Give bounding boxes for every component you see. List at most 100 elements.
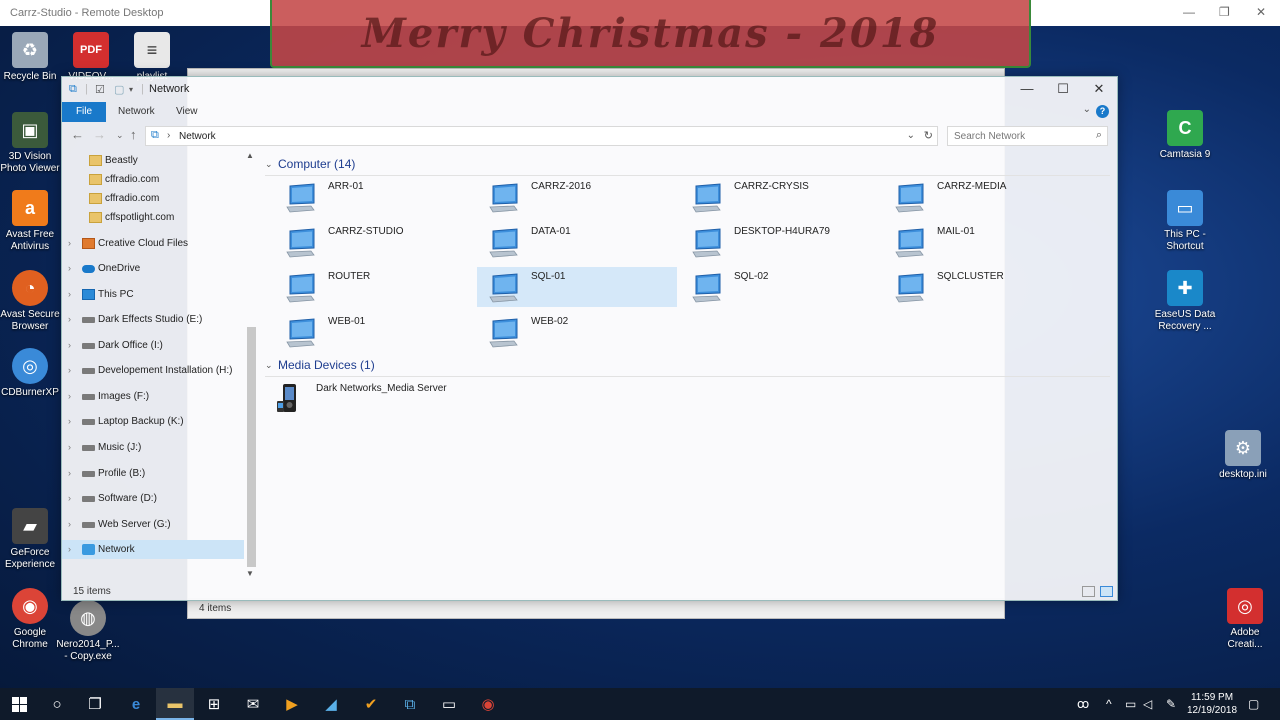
computer-item[interactable]: SQL-01 <box>477 267 677 307</box>
details-view-button[interactable] <box>1082 586 1095 597</box>
nav-item[interactable]: › Dark Effects Studio (E:) <box>62 310 244 329</box>
expand-chevron-icon[interactable]: › <box>68 310 71 329</box>
expand-chevron-icon[interactable]: › <box>68 361 71 380</box>
start-button[interactable] <box>0 688 38 720</box>
expand-chevron-icon[interactable]: › <box>68 412 71 431</box>
pen-workspace-icon[interactable]: ✎ <box>1166 697 1176 711</box>
nav-item[interactable]: Beastly <box>62 151 244 170</box>
desktop-icon-avast-browser[interactable]: ◔ Avast Secure Browser <box>0 270 63 333</box>
desktop-icon-easeus[interactable]: ✚ EaseUS Data Recovery ... <box>1152 270 1218 333</box>
nav-item[interactable]: › This PC <box>62 285 244 304</box>
people-icon[interactable]: ꝏ <box>1077 697 1089 711</box>
computer-item[interactable]: CARRZ-2016 <box>477 177 677 217</box>
expand-chevron-icon[interactable]: › <box>68 234 71 253</box>
back-button[interactable]: ← <box>71 127 84 142</box>
address-bar[interactable]: ⧉ › Network ⌄ ↻ <box>145 126 938 146</box>
quick-access-dropdown-icon[interactable]: ▾ <box>129 85 133 94</box>
expand-chevron-icon[interactable]: › <box>68 259 71 278</box>
collapse-chevron-icon[interactable]: ⌄ <box>265 360 273 371</box>
large-icons-view-button[interactable] <box>1100 586 1113 597</box>
expand-chevron-icon[interactable]: › <box>68 515 71 534</box>
computer-item[interactable]: CARRZ-STUDIO <box>274 222 474 262</box>
notifications-icon[interactable]: ▢ <box>1248 697 1259 711</box>
rd-minimize-button[interactable]: — <box>1183 5 1195 19</box>
expand-chevron-icon[interactable]: › <box>68 464 71 483</box>
desktop-icon-3d-vision[interactable]: ▣ 3D Vision Photo Viewer <box>0 112 63 175</box>
computer-item[interactable]: ARR-01 <box>274 177 474 217</box>
nav-item[interactable]: › Profile (B:) <box>62 464 244 483</box>
breadcrumb-network[interactable]: Network <box>179 131 216 142</box>
network-tray-icon[interactable]: ▭ <box>1125 697 1136 711</box>
search-input[interactable] <box>948 127 1078 145</box>
tab-file[interactable]: File <box>62 102 106 122</box>
desktop-icon-chrome[interactable]: ◉ Google Chrome <box>0 588 63 651</box>
task-view-button[interactable]: ❐ <box>76 688 114 720</box>
search-box[interactable]: ⌕ <box>947 126 1108 146</box>
nav-item[interactable]: › Developement Installation (H:) <box>62 361 244 380</box>
computer-item[interactable]: MAIL-01 <box>883 222 1083 262</box>
search-taskbar-button[interactable]: ○ <box>38 688 76 720</box>
scroll-up-icon[interactable]: ▲ <box>246 151 254 160</box>
breadcrumb-separator-icon[interactable]: › <box>167 130 170 141</box>
nav-item[interactable]: › Creative Cloud Files <box>62 234 244 253</box>
store-taskbar-button[interactable]: ⊞ <box>195 688 233 720</box>
desktop-icon-avast[interactable]: a Avast Free Antivirus <box>0 190 63 253</box>
up-button[interactable]: ↑ <box>130 127 137 142</box>
rd-restore-button[interactable]: ❐ <box>1219 5 1230 19</box>
forward-button[interactable]: → <box>93 127 106 142</box>
computer-item[interactable]: WEB-01 <box>274 312 474 352</box>
recent-locations-icon[interactable]: ⌄ <box>116 130 124 141</box>
explorer-taskbar-button[interactable]: ▬ <box>156 688 194 720</box>
computer-item[interactable]: CARRZ-MEDIA <box>883 177 1083 217</box>
minimize-button[interactable]: — <box>1012 81 1042 96</box>
close-button[interactable]: ✕ <box>1084 81 1114 97</box>
show-hidden-icons-icon[interactable]: ^ <box>1106 697 1112 711</box>
edge-taskbar-button[interactable]: e <box>117 688 155 720</box>
quick-access-newfolder-icon[interactable]: ▢ <box>114 83 124 96</box>
media-taskbar-button[interactable]: ▶ <box>273 688 311 720</box>
computer-item[interactable]: WEB-02 <box>477 312 677 352</box>
maximize-button[interactable]: ☐ <box>1048 81 1078 97</box>
nav-item[interactable]: › Laptop Backup (K:) <box>62 412 244 431</box>
desktop-icon-nero[interactable]: ◍ Nero2014_P... - Copy.exe <box>55 600 121 663</box>
nav-item[interactable]: › OneDrive <box>62 259 244 278</box>
ribbon-expand-icon[interactable]: ⌄ <box>1083 104 1091 115</box>
nav-item[interactable]: › Images (F:) <box>62 387 244 406</box>
nav-item[interactable]: cffspotlight.com <box>62 208 244 227</box>
search-icon[interactable]: ⌕ <box>1096 129 1102 142</box>
address-dropdown-icon[interactable]: ⌄ <box>907 130 915 141</box>
computer-item[interactable]: SQL-02 <box>680 267 880 307</box>
group-header-media[interactable]: ⌄ Media Devices (1) <box>265 358 1110 377</box>
desktop-icon-ini-file[interactable]: ⚙ desktop.ini <box>1210 430 1276 481</box>
computer-item[interactable]: ROUTER <box>274 267 474 307</box>
computer-item[interactable]: DATA-01 <box>477 222 677 262</box>
tab-network[interactable]: Network <box>108 102 165 122</box>
nav-item[interactable]: › Music (J:) <box>62 438 244 457</box>
nav-item[interactable]: › Software (D:) <box>62 489 244 508</box>
desktop-icon-adobe-cc[interactable]: ◎ Adobe Creati... <box>1212 588 1278 651</box>
rd-close-button[interactable]: ✕ <box>1256 5 1266 19</box>
tab-view[interactable]: View <box>166 102 208 122</box>
desktop-icon-recycle-bin[interactable]: ♻ Recycle Bin <box>0 32 63 83</box>
expand-chevron-icon[interactable]: › <box>68 489 71 508</box>
app-taskbar-button-2[interactable]: ✔ <box>352 688 390 720</box>
computer-item[interactable]: SQLCLUSTER <box>883 267 1083 307</box>
refresh-icon[interactable]: ↻ <box>924 129 933 142</box>
navigation-scrollbar[interactable]: ▲ ▼ <box>244 149 258 581</box>
computer-item[interactable]: CARRZ-CRYSIS <box>680 177 880 217</box>
mail-taskbar-button[interactable]: ✉ <box>234 688 272 720</box>
nav-item[interactable]: › Web Server (G:) <box>62 515 244 534</box>
clock[interactable]: 11:59 PM 12/19/2018 <box>1182 691 1242 717</box>
group-header-computer[interactable]: ⌄ Computer (14) <box>265 157 1110 176</box>
expand-chevron-icon[interactable]: › <box>68 540 71 559</box>
desktop-icon-cd[interactable]: ◎ CDBurnerXP <box>0 348 63 399</box>
collapse-chevron-icon[interactable]: ⌄ <box>265 159 273 170</box>
expand-chevron-icon[interactable]: › <box>68 387 71 406</box>
quick-access-properties-icon[interactable]: ☑ <box>95 83 105 96</box>
computer-item[interactable]: DESKTOP-H4URA79 <box>680 222 880 262</box>
nav-item[interactable]: › Dark Office (I:) <box>62 336 244 355</box>
nav-item[interactable]: cffradio.com <box>62 189 244 208</box>
help-icon[interactable]: ? <box>1096 105 1109 118</box>
app-taskbar-button-3[interactable]: ⧉ <box>391 688 429 720</box>
expand-chevron-icon[interactable]: › <box>68 285 71 304</box>
